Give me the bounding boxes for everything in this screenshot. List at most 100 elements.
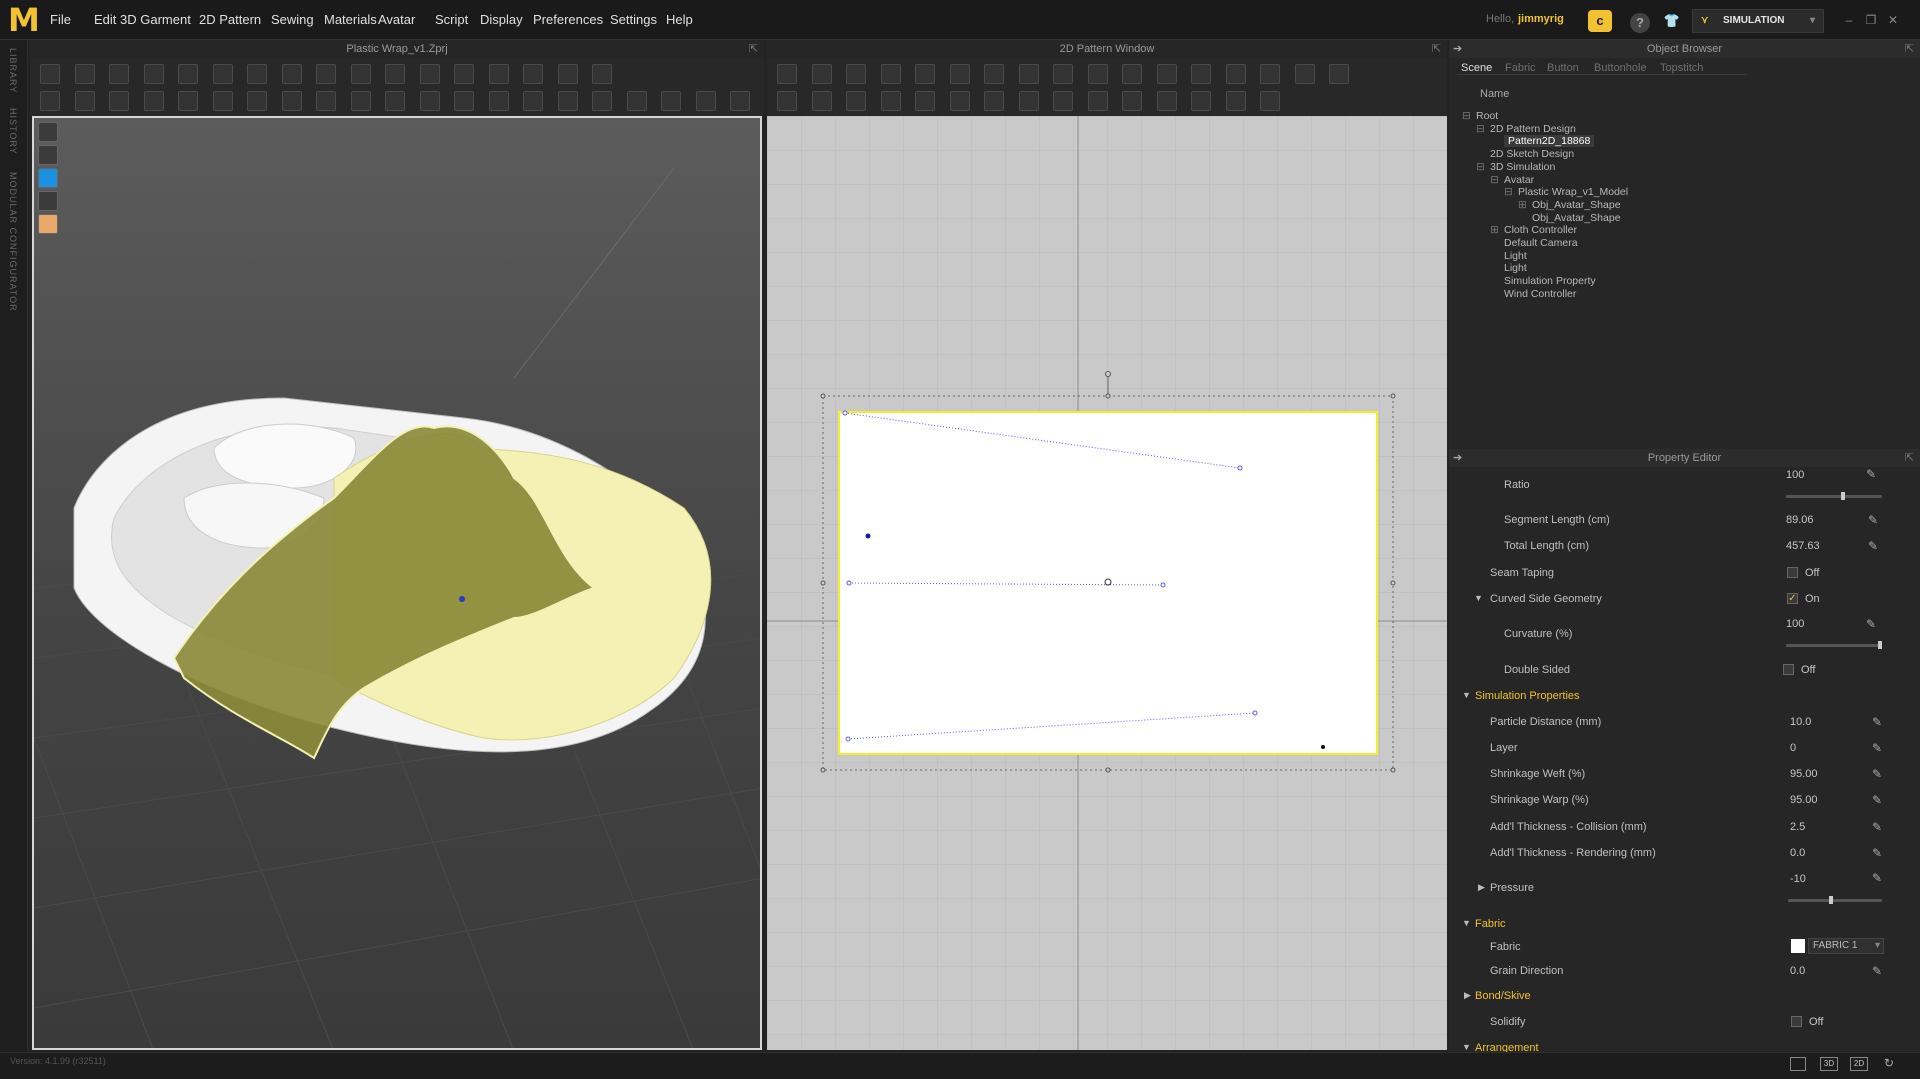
minimize-icon[interactable]: –: [1842, 13, 1856, 27]
tree-toggle-icon[interactable]: ⊟: [1504, 186, 1513, 198]
expand-arrow-icon[interactable]: ▶: [1478, 882, 1485, 893]
tool-icon[interactable]: [385, 91, 405, 111]
tree-item[interactable]: Obj_Avatar_Shape: [1532, 199, 1621, 211]
expand-icon[interactable]: ⇱: [749, 40, 758, 58]
tree-item[interactable]: Wind Controller: [1504, 288, 1576, 300]
total-length-value[interactable]: 457.63: [1786, 540, 1820, 552]
pen-icon[interactable]: ✎: [1872, 793, 1886, 807]
tree-item[interactable]: Pattern2D_18868: [1504, 135, 1595, 148]
particle-distance-value[interactable]: 10.0: [1790, 716, 1811, 728]
tree-item[interactable]: Light: [1504, 250, 1527, 262]
arrow-right-icon[interactable]: ➔: [1453, 449, 1462, 467]
library-tab[interactable]: LIBRARY: [8, 48, 18, 93]
tab-fabric[interactable]: Fabric: [1505, 62, 1536, 74]
tab-scene[interactable]: Scene: [1461, 62, 1492, 74]
pen-icon[interactable]: ✎: [1872, 715, 1886, 729]
avatar-view-icon[interactable]: [38, 145, 58, 165]
ratio-slider-knob[interactable]: [1841, 492, 1846, 500]
segment-length-value[interactable]: 89.06: [1786, 514, 1814, 526]
pen-icon[interactable]: ✎: [1868, 539, 1882, 553]
menu-3d-garment[interactable]: 3D Garment: [120, 12, 191, 27]
expand-icon[interactable]: ⇱: [1905, 449, 1914, 467]
expand-arrow-icon[interactable]: ▶: [1464, 990, 1471, 1001]
viewport-2d[interactable]: [767, 116, 1447, 1050]
mode-dropdown[interactable]: SIMULATION ⋎ ▾: [1692, 9, 1824, 33]
tool-icon[interactable]: [212, 91, 233, 111]
garment-icon[interactable]: 👕: [1660, 10, 1684, 32]
view-2d-button[interactable]: 2D: [1850, 1057, 1868, 1071]
tool-icon[interactable]: [915, 91, 935, 111]
menu-settings[interactable]: Settings: [610, 12, 657, 27]
ratio-slider[interactable]: [1786, 492, 1882, 500]
texture-view-icon[interactable]: [38, 168, 58, 188]
tool-icon[interactable]: [1053, 64, 1073, 84]
tool-icon[interactable]: [777, 91, 797, 111]
tool-icon[interactable]: [178, 91, 198, 111]
pen-icon[interactable]: ✎: [1872, 871, 1886, 885]
center-point[interactable]: [1104, 578, 1112, 586]
curved-side-checkbox[interactable]: ✓: [1787, 593, 1798, 604]
grain-direction-value[interactable]: 0.0: [1790, 965, 1805, 977]
tool-icon[interactable]: [1329, 64, 1349, 84]
expand-icon[interactable]: ⇱: [1905, 40, 1914, 58]
tool-icon[interactable]: [626, 91, 647, 111]
tree-toggle-icon[interactable]: ⊟: [1476, 161, 1485, 173]
pressure-slider[interactable]: [1788, 896, 1882, 904]
shrinkage-weft-value[interactable]: 95.00: [1790, 768, 1818, 780]
pressure-value[interactable]: -10: [1790, 873, 1806, 885]
collapse-icon[interactable]: ▼: [1462, 918, 1471, 928]
modular-configurator-tab[interactable]: MODULAR CONFIGURATOR: [8, 172, 18, 312]
tool-icon[interactable]: [557, 64, 578, 84]
menu-avatar[interactable]: Avatar: [378, 12, 415, 27]
tool-icon[interactable]: [40, 64, 60, 84]
tree-item[interactable]: Light: [1504, 262, 1527, 274]
tool-icon[interactable]: [316, 91, 336, 111]
tool-icon[interactable]: [178, 64, 198, 84]
curvature-slider-knob[interactable]: [1878, 641, 1882, 649]
curvature-slider[interactable]: [1786, 641, 1882, 649]
tool-icon[interactable]: [212, 64, 233, 84]
skin-view-icon[interactable]: [38, 214, 58, 234]
tool-icon[interactable]: [247, 91, 267, 111]
menu-2d-pattern[interactable]: 2D Pattern: [199, 12, 261, 27]
pen-icon[interactable]: ✎: [1868, 513, 1882, 527]
shrinkage-warp-value[interactable]: 95.00: [1790, 794, 1818, 806]
tool-icon[interactable]: [730, 91, 750, 111]
close-icon[interactable]: ✕: [1886, 13, 1900, 27]
menu-script[interactable]: Script: [435, 12, 468, 27]
tree-toggle-icon[interactable]: ⊞: [1490, 224, 1499, 236]
tool-icon[interactable]: [592, 91, 612, 111]
tool-icon[interactable]: [419, 64, 440, 84]
pen-icon[interactable]: ✎: [1872, 741, 1886, 755]
thickness-collision-value[interactable]: 2.5: [1790, 821, 1805, 833]
tool-icon[interactable]: [1122, 91, 1142, 111]
tool-icon[interactable]: [419, 91, 440, 111]
fabric-select[interactable]: FABRIC 1 ▾: [1808, 938, 1884, 954]
tool-icon[interactable]: [1294, 64, 1315, 84]
pen-icon[interactable]: ✎: [1866, 617, 1880, 631]
refresh-icon[interactable]: ↻: [1884, 1056, 1894, 1070]
menu-sewing[interactable]: Sewing: [271, 12, 314, 27]
tool-icon[interactable]: [523, 91, 543, 111]
tree-toggle-icon[interactable]: ⊟: [1490, 174, 1499, 186]
restore-icon[interactable]: ❐: [1864, 13, 1878, 27]
pen-icon[interactable]: ✎: [1872, 820, 1886, 834]
tool-icon[interactable]: [523, 64, 543, 84]
menu-preferences[interactable]: Preferences: [533, 12, 603, 27]
menu-help[interactable]: Help: [666, 12, 693, 27]
tool-icon[interactable]: [143, 91, 164, 111]
garment-view-icon[interactable]: [38, 122, 58, 142]
tool-icon[interactable]: [74, 64, 95, 84]
history-tab[interactable]: HISTORY: [8, 108, 18, 155]
tool-icon[interactable]: [811, 64, 832, 84]
collapse-icon[interactable]: ▼: [1462, 1042, 1471, 1052]
menu-display[interactable]: Display: [480, 12, 523, 27]
tree-item[interactable]: 2D Sketch Design: [1490, 148, 1574, 160]
arrangement-section[interactable]: Arrangement: [1475, 1042, 1539, 1052]
collapse-icon[interactable]: ▼: [1462, 690, 1471, 700]
tool-icon[interactable]: [385, 64, 405, 84]
tool-icon[interactable]: [811, 91, 832, 111]
tool-icon[interactable]: [880, 91, 901, 111]
tree-item[interactable]: Root: [1476, 110, 1498, 122]
tool-icon[interactable]: [1087, 91, 1108, 111]
